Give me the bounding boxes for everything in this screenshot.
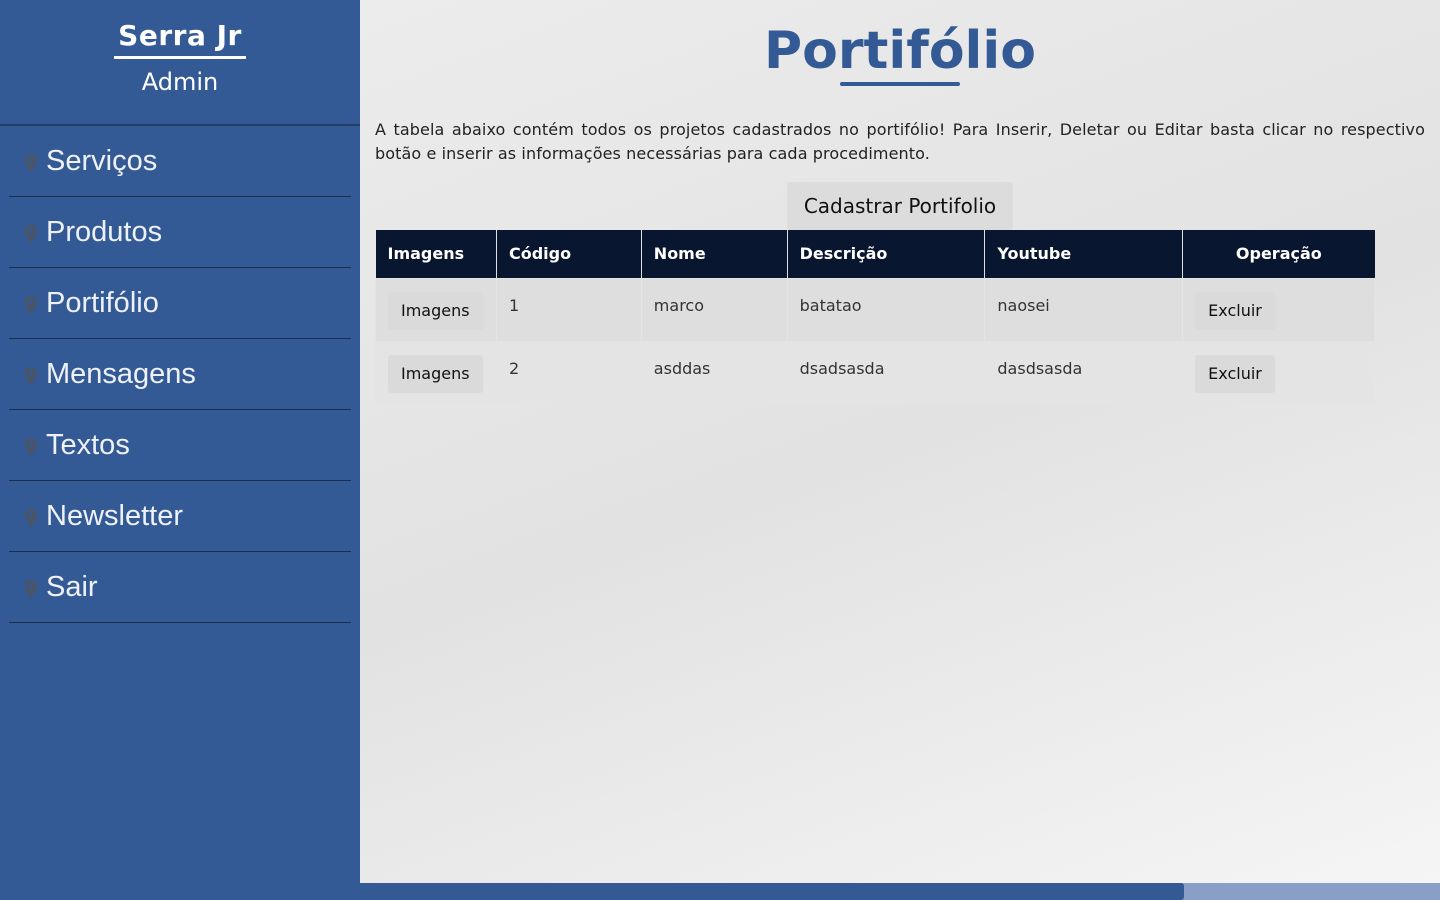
delete-button[interactable]: Excluir (1195, 291, 1275, 330)
brand-name: Serra Jr (114, 18, 246, 59)
cell-imagens: Imagens (375, 277, 497, 342)
cell-operacao: Excluir (1182, 277, 1375, 342)
add-button-wrap: Cadastrar Portifolio (360, 182, 1440, 230)
map-pin-icon (25, 509, 37, 527)
title-underline (840, 82, 960, 86)
sidebar-item-label: Textos (46, 428, 130, 461)
column-header-youtube: Youtube (984, 230, 1184, 278)
sidebar: Serra Jr Admin Serviços Produtos Portifó… (0, 0, 360, 900)
sidebar-item-produtos[interactable]: Produtos (9, 197, 351, 268)
main-content: Portifólio A tabela abaixo contém todos … (360, 0, 1440, 883)
column-header-nome: Nome (641, 230, 788, 278)
map-pin-icon (25, 580, 37, 598)
scrollbar-thumb[interactable] (360, 883, 1184, 900)
sidebar-item-servicos[interactable]: Serviços (9, 126, 351, 197)
cell-nome: asddas (640, 340, 788, 405)
cell-youtube: naosei (984, 277, 1184, 342)
column-header-codigo: Código (496, 230, 642, 278)
sidebar-item-label: Produtos (46, 215, 163, 248)
sidebar-item-label: Serviços (46, 144, 158, 177)
sidebar-item-portifolio[interactable]: Portifólio (9, 268, 351, 339)
horizontal-scrollbar[interactable] (360, 883, 1440, 900)
map-pin-icon (25, 296, 37, 314)
cell-nome: marco (640, 277, 788, 342)
sidebar-item-label: Mensagens (46, 357, 196, 390)
sidebar-item-mensagens[interactable]: Mensagens (9, 339, 351, 410)
title-block: Portifólio (360, 0, 1440, 96)
page-title: Portifólio (764, 21, 1036, 81)
brand-block: Serra Jr Admin (0, 0, 360, 126)
cell-imagens: Imagens (375, 340, 497, 405)
images-button[interactable]: Imagens (388, 354, 483, 393)
sidebar-item-textos[interactable]: Textos (9, 410, 351, 481)
cell-youtube: dasdsasda (984, 340, 1184, 405)
map-pin-icon (25, 154, 37, 172)
column-header-operacao: Operação (1182, 230, 1375, 278)
brand-role: Admin (141, 68, 219, 96)
delete-button[interactable]: Excluir (1195, 354, 1275, 393)
portfolio-table: Imagens Código Nome Descrição Youtube Op… (375, 230, 1375, 405)
sidebar-item-newsletter[interactable]: Newsletter (9, 481, 351, 552)
table-row: Imagens 2 asddas dsadsasda dasdsasda Exc… (375, 340, 1375, 405)
sidebar-item-sair[interactable]: Sair (9, 552, 351, 623)
table-header: Imagens Código Nome Descrição Youtube Op… (375, 230, 1375, 278)
intro-text: A tabela abaixo contém todos os projetos… (375, 120, 1425, 163)
cell-operacao: Excluir (1182, 340, 1375, 405)
cell-descricao: batatao (786, 277, 986, 342)
column-header-descricao: Descrição (787, 230, 986, 278)
table-row: Imagens 1 marco batatao naosei Excluir (375, 277, 1375, 342)
cell-codigo: 1 (495, 277, 642, 342)
sidebar-item-label: Portifólio (46, 286, 159, 319)
images-button[interactable]: Imagens (388, 291, 483, 330)
map-pin-icon (25, 438, 37, 456)
add-portfolio-button[interactable]: Cadastrar Portifolio (786, 182, 1014, 230)
cell-codigo: 2 (495, 340, 642, 405)
map-pin-icon (25, 367, 37, 385)
sidebar-item-label: Newsletter (46, 499, 183, 532)
sidebar-nav: Serviços Produtos Portifólio Mensagens T… (0, 126, 360, 623)
column-header-imagens: Imagens (375, 230, 497, 278)
sidebar-item-label: Sair (46, 570, 98, 603)
map-pin-icon (25, 225, 37, 243)
cell-descricao: dsadsasda (786, 340, 986, 405)
